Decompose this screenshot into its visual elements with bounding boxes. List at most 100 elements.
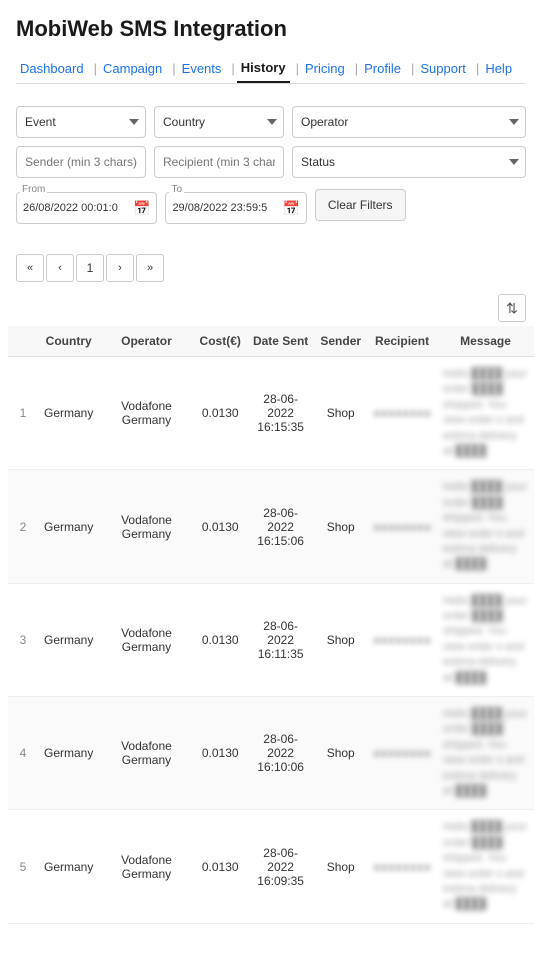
cell-sender: Shop [314, 583, 367, 696]
table-wrap: Country Operator Cost(€) Date Sent Sende… [0, 326, 542, 924]
table-row: 1 Germany Vodafone Germany 0.0130 28-06-… [8, 357, 534, 470]
col-message: Message [437, 326, 534, 357]
cell-num: 1 [8, 357, 38, 470]
sort-button-wrap: ⇅ [0, 290, 542, 326]
main-nav: Dashboard | Campaign | Events | History … [16, 54, 526, 84]
prev-page-button[interactable]: ‹ [46, 254, 74, 282]
sort-button[interactable]: ⇅ [498, 294, 526, 322]
col-country: Country [38, 326, 99, 357]
cell-country: Germany [38, 810, 99, 923]
cell-cost: 0.0130 [194, 470, 247, 583]
cell-message: Hello ████ your order ████ shipped. You … [437, 357, 534, 470]
cell-sender: Shop [314, 810, 367, 923]
nav-support[interactable]: Support [416, 55, 470, 82]
country-select[interactable]: Country [154, 106, 284, 138]
cell-message: Hello ████ your order ████ shipped. You … [437, 810, 534, 923]
cell-operator: Vodafone Germany [99, 810, 193, 923]
cell-recipient: ●●●●●●●● [367, 583, 437, 696]
nav-sep-6: | [411, 61, 414, 76]
cell-date: 28-06-202216:15:06 [247, 470, 314, 583]
col-date: Date Sent [247, 326, 314, 357]
recipient-input[interactable] [154, 146, 284, 178]
cell-country: Germany [38, 583, 99, 696]
cell-country: Germany [38, 357, 99, 470]
table-header: Country Operator Cost(€) Date Sent Sende… [8, 326, 534, 357]
status-select[interactable]: Status [292, 146, 526, 178]
date-to-input[interactable] [172, 202, 282, 214]
cell-num: 5 [8, 810, 38, 923]
date-from-group: From 📅 [16, 192, 157, 224]
cell-message: Hello ████ your order ████ shipped. You … [437, 583, 534, 696]
calendar-from-icon[interactable]: 📅 [133, 200, 150, 217]
col-sender: Sender [314, 326, 367, 357]
cell-recipient: ●●●●●●●● [367, 810, 437, 923]
cell-operator: Vodafone Germany [99, 583, 193, 696]
nav-help[interactable]: Help [481, 55, 516, 82]
cell-country: Germany [38, 470, 99, 583]
date-from-label: From [20, 184, 47, 195]
pagination: « ‹ 1 › » [0, 246, 542, 290]
nav-profile[interactable]: Profile [360, 55, 405, 82]
nav-sep-3: | [231, 61, 234, 76]
nav-sep-1: | [94, 61, 97, 76]
cell-date: 28-06-202216:15:35 [247, 357, 314, 470]
nav-sep-2: | [172, 61, 175, 76]
table-body: 1 Germany Vodafone Germany 0.0130 28-06-… [8, 357, 534, 924]
clear-filters-button[interactable]: Clear Filters [315, 189, 406, 221]
col-num [8, 326, 38, 357]
nav-sep-4: | [296, 61, 299, 76]
nav-sep-5: | [355, 61, 358, 76]
cell-recipient: ●●●●●●●● [367, 697, 437, 810]
cell-recipient: ●●●●●●●● [367, 357, 437, 470]
cell-cost: 0.0130 [194, 697, 247, 810]
cell-message: Hello ████ your order ████ shipped. You … [437, 470, 534, 583]
cell-date: 28-06-202216:11:35 [247, 583, 314, 696]
cell-message: Hello ████ your order ████ shipped. You … [437, 697, 534, 810]
cell-operator: Vodafone Germany [99, 697, 193, 810]
date-from-input[interactable] [23, 202, 133, 214]
filter-row-3: From 📅 To 📅 Clear Filters [16, 186, 526, 224]
date-to-wrap: 📅 [165, 192, 306, 224]
next-page-button[interactable]: › [106, 254, 134, 282]
filter-row-1: Event Country Operator [16, 106, 526, 138]
operator-select[interactable]: Operator [292, 106, 526, 138]
cell-recipient: ●●●●●●●● [367, 470, 437, 583]
nav-events[interactable]: Events [178, 55, 226, 82]
table-row: 3 Germany Vodafone Germany 0.0130 28-06-… [8, 583, 534, 696]
date-to-group: To 📅 [165, 192, 306, 224]
filter-row-2: Status [16, 146, 526, 178]
cell-cost: 0.0130 [194, 357, 247, 470]
col-operator: Operator [99, 326, 193, 357]
nav-dashboard[interactable]: Dashboard [16, 55, 88, 82]
cell-date: 28-06-202216:10:06 [247, 697, 314, 810]
cell-cost: 0.0130 [194, 583, 247, 696]
date-to-label: To [169, 184, 184, 195]
cell-num: 4 [8, 697, 38, 810]
header: MobiWeb SMS Integration Dashboard | Camp… [0, 0, 542, 92]
sender-input[interactable] [16, 146, 146, 178]
first-page-button[interactable]: « [16, 254, 44, 282]
nav-history[interactable]: History [237, 54, 290, 83]
calendar-to-icon[interactable]: 📅 [282, 200, 299, 217]
filters-panel: Event Country Operator Status From 📅 To … [0, 92, 542, 246]
nav-campaign[interactable]: Campaign [99, 55, 166, 82]
cell-cost: 0.0130 [194, 810, 247, 923]
table-row: 5 Germany Vodafone Germany 0.0130 28-06-… [8, 810, 534, 923]
current-page: 1 [76, 254, 104, 282]
app-title: MobiWeb SMS Integration [16, 16, 526, 42]
cell-operator: Vodafone Germany [99, 357, 193, 470]
cell-sender: Shop [314, 697, 367, 810]
table-row: 2 Germany Vodafone Germany 0.0130 28-06-… [8, 470, 534, 583]
history-table: Country Operator Cost(€) Date Sent Sende… [8, 326, 534, 924]
cell-num: 2 [8, 470, 38, 583]
table-row: 4 Germany Vodafone Germany 0.0130 28-06-… [8, 697, 534, 810]
col-cost: Cost(€) [194, 326, 247, 357]
event-select[interactable]: Event [16, 106, 146, 138]
last-page-button[interactable]: » [136, 254, 164, 282]
nav-sep-7: | [476, 61, 479, 76]
cell-operator: Vodafone Germany [99, 470, 193, 583]
nav-pricing[interactable]: Pricing [301, 55, 349, 82]
date-from-wrap: 📅 [16, 192, 157, 224]
cell-country: Germany [38, 697, 99, 810]
col-recipient: Recipient [367, 326, 437, 357]
